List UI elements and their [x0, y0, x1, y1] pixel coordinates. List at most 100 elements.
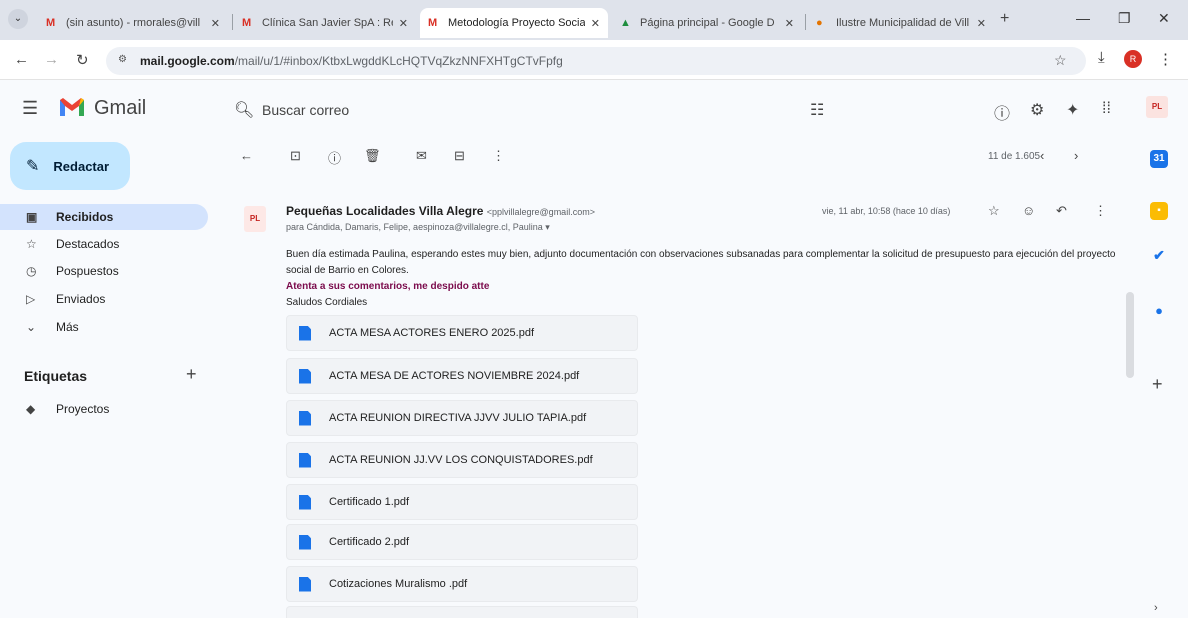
recipients-dropdown[interactable]: para Cándida, Damaris, Felipe, aespinoza… [286, 222, 550, 233]
message-more-icon[interactable]: ⋮ [1094, 203, 1107, 219]
search-icon[interactable]: 🔍︎ [234, 100, 254, 120]
more-actions-icon[interactable]: ⋮ [492, 148, 505, 164]
get-addons-icon[interactable]: + [1152, 374, 1163, 395]
pdf-file-icon [299, 410, 311, 426]
tab-title: Ilustre Municipalidad de Vill [836, 17, 970, 29]
attachment-filename: ACTA REUNION JJ.VV LOS CONQUISTADORES.pd… [329, 454, 593, 466]
site-settings-icon[interactable]: ⚙ [118, 54, 127, 65]
tab-search-icon[interactable]: ⌄ [8, 9, 28, 29]
help-icon[interactable]: ⓘ [994, 100, 1010, 124]
municipal-icon: ● [816, 16, 823, 29]
trash-icon[interactable]: 🗑︎ [364, 148, 381, 164]
back-icon[interactable]: ← [14, 51, 29, 68]
browser-tab-2[interactable]: M Clínica San Javier SpA : Rese ✕ [234, 8, 416, 38]
attachment-item[interactable]: Cotizaciones Muralismo .pdf [286, 566, 638, 602]
reply-icon[interactable]: ↶ [1056, 203, 1067, 219]
older-message-icon[interactable]: › [1074, 148, 1078, 163]
forward-icon[interactable]: → [44, 51, 59, 68]
apps-grid-icon[interactable]: ⁞⁞ [1102, 100, 1111, 118]
search-bar[interactable]: 🔍︎ Buscar correo ☷ [226, 90, 846, 130]
attachment-item-partial[interactable] [286, 606, 638, 618]
sidebar-item-label: Proyectos [56, 402, 110, 416]
new-tab-button[interactable]: + [1000, 10, 1009, 28]
inbox-icon: ▣ [26, 210, 38, 224]
profile-avatar[interactable]: R [1124, 50, 1142, 68]
attachment-filename: ACTA REUNION DIRECTIVA JJVV JULIO TAPIA.… [329, 412, 587, 424]
window-close-icon[interactable]: ✕ [1158, 10, 1170, 27]
sidebar-item-recibidos[interactable]: ▣ Recibidos [0, 204, 208, 230]
message-date: vie, 11 abr, 10:58 (hace 10 días) [822, 206, 951, 216]
minimize-icon[interactable]: — [1076, 10, 1090, 26]
chevron-down-icon: ⌄ [26, 320, 37, 334]
gemini-icon[interactable]: ✦ [1066, 100, 1079, 120]
compose-button[interactable]: ✎ Redactar [10, 142, 130, 190]
keep-icon[interactable]: ▪ [1150, 202, 1168, 220]
browser-tab-1[interactable]: M (sin asunto) - rmorales@vill ✕ [38, 8, 228, 38]
sidebar-item-label: Recibidos [56, 210, 114, 224]
send-icon: ▷ [26, 292, 36, 306]
close-icon[interactable]: ✕ [399, 17, 408, 30]
browser-tab-5[interactable]: ● Ilustre Municipalidad de Vill ✕ [808, 8, 994, 38]
browser-toolbar: ← → ↻ ⚙ mail.google.com/mail/u/1/#inbox/… [0, 40, 1188, 80]
gmail-logo-icon[interactable] [58, 96, 86, 118]
attachment-filename: ACTA MESA DE ACTORES NOVIEMBRE 2024.pdf [329, 370, 580, 382]
sidebar-item-proyectos[interactable]: ◆ Proyectos [0, 396, 208, 422]
close-icon[interactable]: ✕ [591, 17, 600, 30]
tab-separator [805, 14, 806, 30]
pdf-file-icon [299, 452, 311, 468]
sidebar-item-mas[interactable]: ⌄ Más [0, 314, 208, 340]
reload-icon[interactable]: ↻ [76, 51, 89, 69]
gear-icon[interactable]: ⚙ [1030, 100, 1044, 120]
star-icon[interactable]: ☆ [988, 203, 1000, 219]
address-bar[interactable]: ⚙ mail.google.com/mail/u/1/#inbox/KtbxLw… [106, 47, 1086, 75]
emoji-react-icon[interactable]: ☺ [1022, 203, 1035, 218]
browser-menu-icon[interactable]: ⋮ [1158, 50, 1173, 68]
restore-icon[interactable]: ❐ [1118, 10, 1131, 27]
pdf-file-icon [299, 325, 311, 341]
report-spam-icon[interactable]: ⓘ [328, 148, 341, 167]
browser-tab-3-active[interactable]: M Metodología Proyecto Socia ✕ [420, 8, 608, 38]
attachment-item[interactable]: Certificado 2.pdf [286, 524, 638, 560]
archive-icon[interactable]: ⊡ [290, 148, 301, 164]
search-options-icon[interactable]: ☷ [810, 100, 824, 120]
contacts-icon[interactable]: ● [1150, 302, 1168, 320]
labels-heading: Etiquetas [24, 368, 88, 384]
scrollbar-thumb[interactable] [1126, 292, 1134, 378]
close-icon[interactable]: ✕ [977, 17, 986, 30]
sidebar-item-destacados[interactable]: ☆ Destacados [0, 231, 208, 257]
gmail-icon: M [242, 16, 252, 29]
sender-line: Pequeñas Localidades Villa Alegre <pplvi… [286, 204, 595, 218]
attachment-item[interactable]: ACTA MESA DE ACTORES NOVIEMBRE 2024.pdf [286, 358, 638, 394]
account-avatar[interactable]: PL [1146, 96, 1168, 118]
attachment-item[interactable]: ACTA REUNION DIRECTIVA JJVV JULIO TAPIA.… [286, 400, 638, 436]
attachment-item[interactable]: ACTA MESA ACTORES ENERO 2025.pdf [286, 315, 638, 351]
main-menu-icon[interactable]: ☰ [22, 98, 38, 119]
browser-tab-4[interactable]: ▲ Página principal - Google D ✕ [612, 8, 802, 38]
calendar-icon[interactable]: 31 [1150, 150, 1168, 168]
add-label-button[interactable]: + [186, 364, 197, 385]
attachment-item[interactable]: Certificado 1.pdf [286, 484, 638, 520]
pdf-file-icon [299, 494, 311, 510]
back-to-inbox-icon[interactable]: ← [240, 148, 253, 163]
tab-separator [232, 14, 233, 30]
sidebar-item-pospuestos[interactable]: ◷ Pospuestos [0, 258, 208, 284]
bookmark-star-icon[interactable]: ☆ [1054, 52, 1067, 69]
close-icon[interactable]: ✕ [211, 17, 220, 30]
tab-title: Página principal - Google D [640, 17, 775, 29]
attachment-item[interactable]: ACTA REUNION JJ.VV LOS CONQUISTADORES.pd… [286, 442, 638, 478]
attachment-filename: ACTA MESA ACTORES ENERO 2025.pdf [329, 327, 535, 339]
move-to-icon[interactable]: ⊟ [454, 148, 465, 164]
pencil-icon: ✎ [26, 158, 40, 175]
expand-panel-icon[interactable]: › [1154, 602, 1158, 614]
search-input[interactable]: Buscar correo [262, 102, 349, 118]
tasks-icon[interactable]: ✔ [1150, 246, 1168, 264]
mark-unread-icon[interactable]: ✉ [416, 148, 427, 164]
tab-title: Metodología Proyecto Socia [448, 17, 585, 29]
newer-message-icon[interactable]: ‹ [1040, 148, 1044, 163]
sidebar-item-label: Más [56, 320, 79, 334]
clock-icon: ◷ [26, 264, 37, 278]
attachment-filename: Certificado 1.pdf [329, 496, 410, 508]
download-icon[interactable]: ⤓ [1098, 49, 1105, 66]
sidebar-item-enviados[interactable]: ▷ Enviados [0, 286, 208, 312]
close-icon[interactable]: ✕ [785, 17, 794, 30]
